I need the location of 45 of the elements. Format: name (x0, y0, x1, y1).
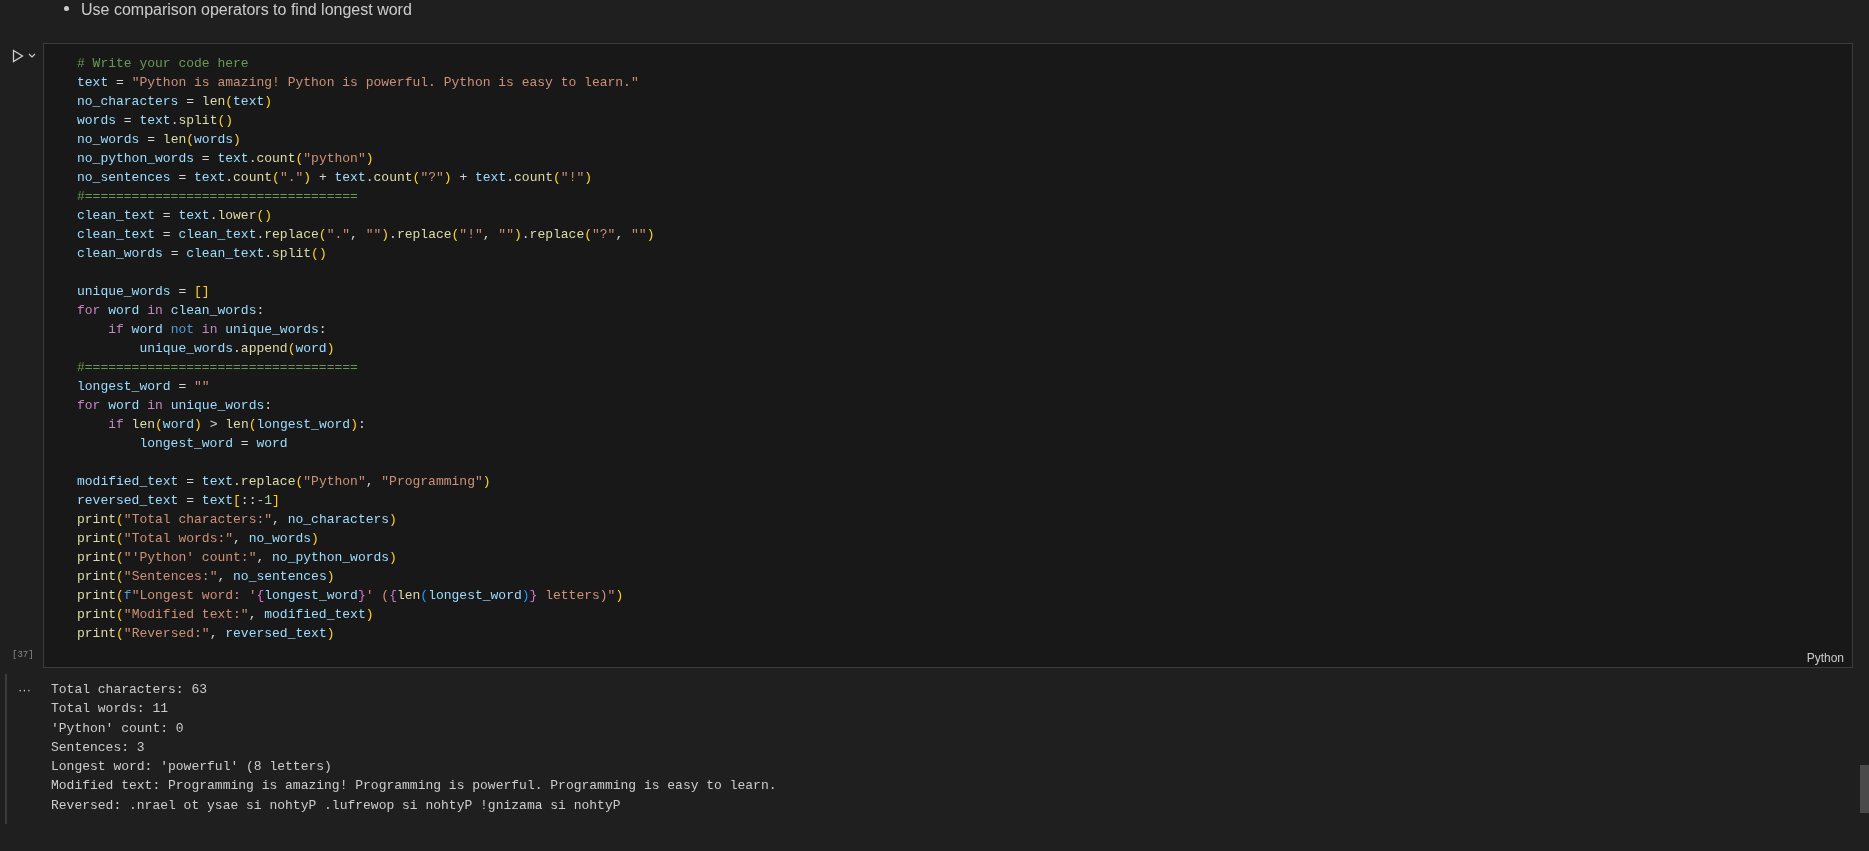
code-line: unique_words.append(word) (138, 340, 335, 358)
output-line: Reversed: .nrael ot ysae si nohtyP .lufrewop si nohtyP !gnizama si nohtyP (51, 796, 621, 815)
code-line: print("'Python' count:", no_python_words) (77, 549, 397, 567)
code-cell[interactable] (43, 43, 1853, 668)
code-line: for word in clean_words: (77, 302, 265, 320)
chevron-down-icon[interactable] (28, 53, 36, 59)
output-line: Modified text: Programming is amazing! Programming is powerful. Programming is easy to learn. (51, 777, 777, 796)
code-line: for word in unique_words: (77, 397, 273, 415)
output-line: Sentences: 3 (51, 738, 145, 757)
markdown-text: Use comparison operators to find longest word (81, 0, 412, 20)
output-menu-icon[interactable]: ··· (18, 680, 31, 699)
code-line: no_words = len(words) (77, 131, 241, 149)
code-line: if len(word) > len(longest_word): (107, 416, 366, 434)
code-line: reversed_text = text[::-1] (77, 492, 280, 510)
output-line: Total words: 11 (51, 700, 169, 719)
scrollbar-thumb[interactable] (1860, 765, 1869, 813)
bullet-icon (64, 6, 69, 11)
code-line: longest_word = "" (77, 378, 210, 396)
code-line: words = text.split() (77, 112, 234, 130)
output-line: Longest word: 'powerful' (8 letters) (51, 758, 332, 777)
execution-count: [37] (12, 650, 34, 660)
code-line: no_python_words = text.count("python") (77, 150, 374, 168)
code-line: print("Total characters:", no_characters) (77, 511, 397, 529)
code-line: longest_word = word (138, 435, 288, 453)
code-line: print(f"Longest word: '{longest_word}' ({len(longest_word)} letters)") (77, 587, 624, 605)
code-line: print("Total words:", no_words) (77, 530, 319, 548)
code-line: clean_text = clean_text.replace(".", "").replace("!", "").replace("?", "") (77, 226, 655, 244)
code-line: no_sentences = text.count(".") + text.count("?") + text.count("!") (77, 169, 593, 187)
language-label[interactable]: Python (1806, 651, 1844, 665)
run-cell-button[interactable] (10, 47, 26, 65)
code-line: print("Reversed:", reversed_text) (77, 625, 335, 643)
code-line: print("Sentences:", no_sentences) (77, 568, 335, 586)
output-line: Total characters: 63 (51, 681, 208, 699)
output-line: 'Python' count: 0 (51, 719, 184, 738)
code-line: modified_text = text.replace("Python", "Programming") (77, 473, 491, 491)
code-line: # Write your code here (77, 55, 249, 73)
code-line: clean_words = clean_text.split() (77, 245, 327, 263)
code-line: no_characters = len(text) (77, 93, 273, 111)
code-line: #=================================== (77, 188, 358, 206)
code-line: if word not in unique_words: (107, 321, 327, 339)
code-line: unique_words = [] (77, 283, 210, 301)
code-line: print("Modified text:", modified_text) (77, 606, 374, 624)
code-line: #=================================== (77, 359, 358, 377)
code-line: text = "Python is amazing! Python is powerful. Python is easy to learn." (77, 74, 639, 92)
code-line: clean_text = text.lower() (77, 207, 273, 225)
